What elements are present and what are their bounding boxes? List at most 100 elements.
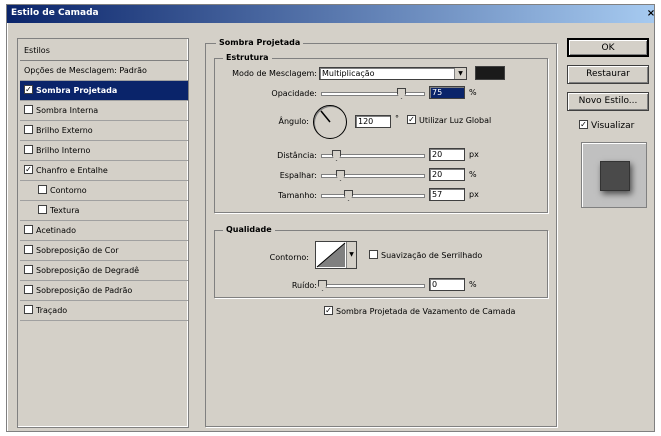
opacity-unit: % (469, 88, 477, 97)
styles-header[interactable]: Estilos (20, 41, 188, 61)
opacity-input[interactable]: 75 (429, 86, 465, 99)
sidebar-item[interactable]: Brilho Interno (20, 141, 188, 161)
sidebar-item[interactable]: Traçado (20, 301, 188, 321)
opacity-slider[interactable] (321, 88, 425, 99)
ok-button[interactable]: OK (567, 38, 649, 57)
checkbox-box-icon[interactable] (38, 185, 47, 194)
distance-label: Distância: (277, 151, 317, 160)
global-light-checkbox[interactable]: ✓ Utilizar Luz Global (407, 115, 492, 125)
preview-label: Visualizar (591, 121, 635, 131)
sidebar-item-label: Traçado (36, 306, 68, 315)
chevron-down-icon[interactable]: ▼ (346, 242, 356, 268)
preview-checkbox[interactable]: ✓ Visualizar (579, 120, 635, 131)
sidebar-item-label: Sombra Projetada (36, 86, 118, 95)
sidebar-item[interactable]: Acetinado (20, 221, 188, 241)
blend-mode-label: Modo de Mesclagem: (232, 69, 317, 78)
structure-group: Estrutura Modo de Mesclagem: Multiplicaç… (214, 53, 548, 213)
sidebar-item-label: Sobreposição de Padrão (36, 286, 133, 295)
sidebar-item-label: Brilho Externo (36, 126, 93, 135)
checkbox-box-icon[interactable] (24, 305, 33, 314)
distance-slider-thumb[interactable] (332, 150, 341, 161)
style-preview (581, 142, 647, 208)
checkbox-box-icon[interactable] (24, 105, 33, 114)
checkbox-box-icon[interactable] (24, 125, 33, 134)
sidebar-item[interactable]: Textura (20, 201, 188, 221)
spread-input[interactable]: 20 (429, 168, 465, 181)
sidebar-item[interactable]: Contorno (20, 181, 188, 201)
angle-label: Ângulo: (278, 117, 309, 126)
distance-input[interactable]: 20 (429, 148, 465, 161)
section-title: Sombra Projetada (216, 38, 304, 47)
spread-slider[interactable] (321, 170, 425, 181)
spread-unit: % (469, 170, 477, 179)
opacity-label: Opacidade: (271, 89, 317, 98)
distance-slider[interactable] (321, 150, 425, 161)
contour-picker[interactable]: ▼ (315, 241, 357, 269)
sidebar-item-label: Acetinado (36, 226, 76, 235)
quality-group: Qualidade Contorno: ▼ Suavização de Serr… (214, 225, 548, 298)
sidebar-item[interactable]: Sobreposição de Cor (20, 241, 188, 261)
size-slider-thumb[interactable] (344, 190, 353, 201)
blend-mode-select[interactable]: Multiplicação ▼ (319, 67, 467, 80)
angle-dial[interactable] (313, 105, 347, 139)
angle-input[interactable]: 120 (355, 115, 391, 128)
new-style-button[interactable]: Novo Estilo... (567, 92, 649, 111)
noise-input[interactable]: 0 (429, 278, 465, 291)
size-unit: px (469, 190, 479, 199)
checkmark-icon: ✓ (579, 120, 588, 129)
noise-unit: % (469, 280, 477, 289)
window-title: Estilo de Camada (11, 8, 99, 18)
angle-unit: ° (395, 114, 399, 123)
chevron-down-icon[interactable]: ▼ (454, 68, 466, 79)
sidebar-item-label: Sobreposição de Degradê (36, 266, 140, 275)
checkbox-box-icon (369, 250, 378, 259)
size-slider[interactable] (321, 190, 425, 201)
structure-title: Estrutura (223, 53, 272, 62)
sidebar-item-label: Opções de Mesclagem: Padrão (24, 66, 147, 75)
sidebar-item-label: Sobreposição de Cor (36, 246, 119, 255)
checkmark-icon[interactable]: ✓ (24, 85, 33, 94)
sidebar-item-label: Chanfro e Entalhe (36, 166, 108, 175)
contour-label: Contorno: (269, 253, 309, 262)
spread-slider-thumb[interactable] (336, 170, 345, 181)
quality-title: Qualidade (223, 225, 275, 234)
sidebar-item-label: Contorno (50, 186, 87, 195)
reset-button[interactable]: Restaurar (567, 65, 649, 84)
sidebar-item[interactable]: Sobreposição de Degradê (20, 261, 188, 281)
preview-swatch (600, 161, 630, 191)
checkbox-box-icon[interactable] (38, 205, 47, 214)
distance-unit: px (469, 150, 479, 159)
sidebar-item[interactable]: ✓ Sombra Projetada (20, 81, 188, 101)
checkmark-icon: ✓ (324, 306, 333, 315)
sidebar-item-label: Textura (50, 206, 80, 215)
noise-slider-thumb[interactable] (318, 280, 327, 291)
global-light-label: Utilizar Luz Global (419, 116, 492, 125)
sidebar-item-label: Brilho Interno (36, 146, 91, 155)
close-icon[interactable]: × (644, 7, 658, 20)
size-input[interactable]: 57 (429, 188, 465, 201)
sidebar-item-label: Sombra Interna (36, 106, 99, 115)
sidebar-item[interactable]: Opções de Mesclagem: Padrão (20, 61, 188, 81)
layer-style-dialog: Estilo de Camada × Estilos Opções de Mes… (6, 4, 655, 432)
title-bar: Estilo de Camada (7, 5, 654, 23)
sidebar-item[interactable]: Sombra Interna (20, 101, 188, 121)
knockout-checkbox[interactable]: ✓ Sombra Projetada de Vazamento de Camada (324, 306, 516, 316)
noise-slider[interactable] (318, 280, 425, 291)
drop-shadow-panel: Sombra Projetada Estrutura Modo de Mescl… (205, 38, 557, 427)
angle-dial-needle-icon (320, 110, 331, 123)
checkbox-box-icon[interactable] (24, 145, 33, 154)
checkbox-box-icon[interactable] (24, 245, 33, 254)
knockout-label: Sombra Projetada de Vazamento de Camada (336, 307, 516, 316)
contour-curve-icon (316, 242, 346, 268)
checkbox-box-icon[interactable] (24, 285, 33, 294)
checkbox-box-icon[interactable] (24, 225, 33, 234)
opacity-slider-thumb[interactable] (397, 88, 406, 99)
sidebar-item[interactable]: Sobreposição de Padrão (20, 281, 188, 301)
antialias-checkbox[interactable]: Suavização de Serrilhado (369, 250, 482, 260)
sidebar-item[interactable]: ✓ Chanfro e Entalhe (20, 161, 188, 181)
checkmark-icon[interactable]: ✓ (24, 165, 33, 174)
shadow-color-swatch[interactable] (475, 66, 505, 80)
sidebar-item[interactable]: Brilho Externo (20, 121, 188, 141)
styles-list: Estilos Opções de Mesclagem: Padrão ✓ Somb… (17, 38, 189, 428)
checkbox-box-icon[interactable] (24, 265, 33, 274)
